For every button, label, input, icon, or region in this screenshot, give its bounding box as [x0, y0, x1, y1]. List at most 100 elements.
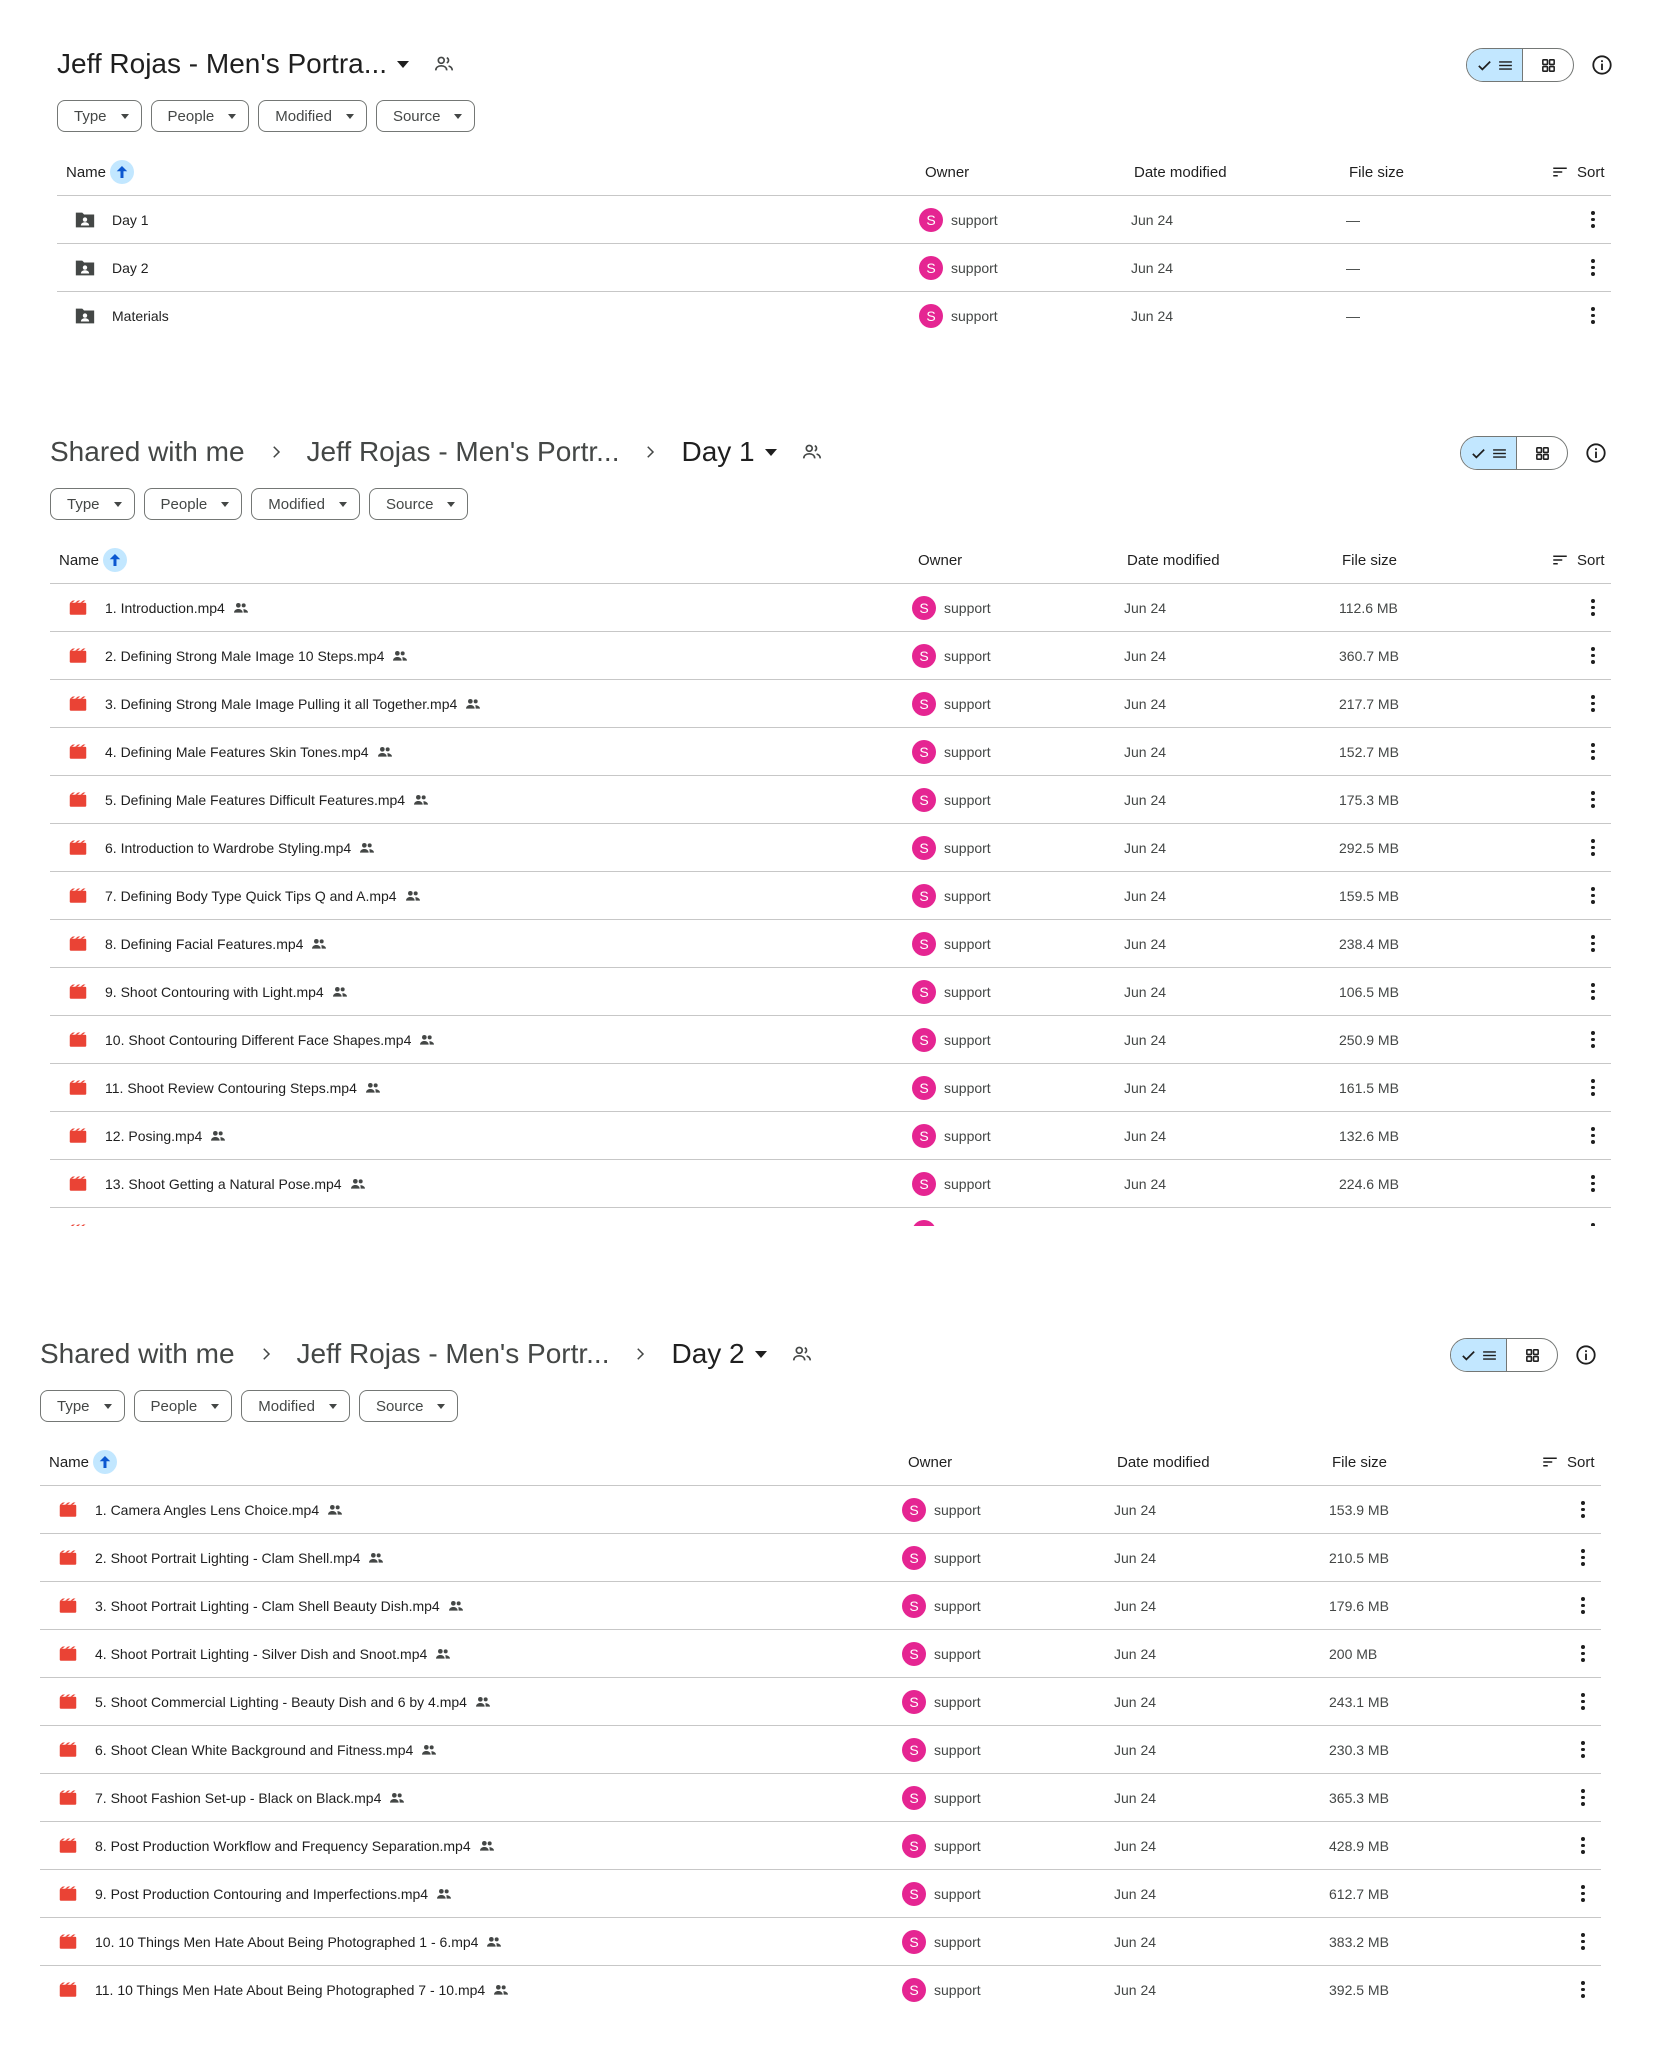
table-row[interactable]: 3. Defining Strong Male Image Pulling it… [50, 680, 1611, 728]
more-actions-button[interactable] [1581, 292, 1605, 336]
view-toggle[interactable] [1450, 1338, 1558, 1372]
more-actions-button[interactable] [1581, 244, 1605, 291]
table-row[interactable]: 9. Shoot Contouring with Light.mp4 Ssuppo… [50, 968, 1611, 1016]
column-owner-header[interactable]: Owner [918, 536, 962, 584]
filter-modified-chip[interactable]: Modified [258, 100, 367, 132]
sort-button[interactable]: Sort [1541, 1438, 1595, 1486]
table-row[interactable]: 7. Shoot Fashion Set-up - Black on Black… [40, 1774, 1601, 1822]
more-actions-button[interactable] [1581, 196, 1605, 243]
filter-people-chip[interactable]: People [133, 1390, 233, 1422]
table-row[interactable]: 10. 10 Things Men Hate About Being Photo… [40, 1918, 1601, 1966]
breadcrumb-item[interactable]: Jeff Rojas - Men's Portr... [307, 436, 620, 468]
filter-modified-chip[interactable]: Modified [251, 488, 360, 520]
more-actions-button[interactable] [1571, 1678, 1595, 1725]
info-button[interactable] [1590, 53, 1614, 77]
more-actions-button[interactable] [1581, 968, 1605, 1015]
breadcrumb-item[interactable]: Jeff Rojas - Men's Portr... [297, 1338, 610, 1370]
more-actions-button[interactable] [1571, 1966, 1595, 2010]
column-size-header[interactable]: File size [1349, 148, 1404, 196]
more-actions-button[interactable] [1581, 1208, 1605, 1226]
folder-menu-caret-icon[interactable] [754, 1350, 767, 1358]
more-actions-button[interactable] [1581, 920, 1605, 967]
breadcrumb-item[interactable]: Shared with me [50, 436, 245, 468]
filter-source-chip[interactable]: Source [358, 1390, 459, 1422]
column-size-header[interactable]: File size [1342, 536, 1397, 584]
view-toggle[interactable] [1466, 48, 1574, 82]
list-view-button[interactable] [1467, 49, 1523, 81]
info-button[interactable] [1584, 441, 1608, 465]
table-row[interactable]: 2. Defining Strong Male Image 10 Steps.m… [50, 632, 1611, 680]
sort-button[interactable]: Sort [1551, 148, 1605, 196]
table-row[interactable]: 12. Posing.mp4 Ssupport Jun 24 132.6 MB [50, 1112, 1611, 1160]
table-row[interactable]: 3. Shoot Portrait Lighting - Clam Shell … [40, 1582, 1601, 1630]
table-row[interactable]: 11. Shoot Review Contouring Steps.mp4 Ssu… [50, 1064, 1611, 1112]
more-actions-button[interactable] [1581, 632, 1605, 679]
folder-menu-caret-icon[interactable] [397, 60, 410, 68]
table-row[interactable]: 14. Shoot Fabian Overlicht.mp4 Ssupport Ju… [50, 1208, 1611, 1226]
current-folder-title[interactable]: Jeff Rojas - Men's Portra... [57, 48, 387, 80]
sort-ascending-icon[interactable] [93, 1450, 118, 1474]
table-row[interactable]: Day 2 Ssupport Jun 24 — [57, 244, 1611, 292]
more-actions-button[interactable] [1571, 1630, 1595, 1677]
filter-modified-chip[interactable]: Modified [241, 1390, 350, 1422]
filter-source-chip[interactable]: Source [375, 100, 476, 132]
filter-type-chip[interactable]: Type [40, 1390, 125, 1422]
table-row[interactable]: 4. Shoot Portrait Lighting - Silver Dish… [40, 1630, 1601, 1678]
info-button[interactable] [1574, 1343, 1598, 1367]
filter-type-chip[interactable]: Type [57, 100, 142, 132]
more-actions-button[interactable] [1581, 776, 1605, 823]
table-row[interactable]: 5. Defining Male Features Difficult Feat… [50, 776, 1611, 824]
sort-ascending-icon[interactable] [110, 160, 135, 184]
more-actions-button[interactable] [1571, 1870, 1595, 1917]
table-row[interactable]: 1. Introduction.mp4 Ssupport Jun 24 112.6 M… [50, 584, 1611, 632]
list-view-button[interactable] [1461, 437, 1517, 469]
more-actions-button[interactable] [1571, 1486, 1595, 1533]
grid-view-button[interactable] [1523, 49, 1573, 81]
column-date-header[interactable]: Date modified [1134, 148, 1227, 196]
table-row[interactable]: 6. Introduction to Wardrobe Styling.mp4 S… [50, 824, 1611, 872]
grid-view-button[interactable] [1507, 1339, 1557, 1371]
more-actions-button[interactable] [1581, 824, 1605, 871]
filter-people-chip[interactable]: People [150, 100, 250, 132]
filter-source-chip[interactable]: Source [368, 488, 469, 520]
table-row[interactable]: 8. Defining Facial Features.mp4 Ssupport J… [50, 920, 1611, 968]
more-actions-button[interactable] [1571, 1726, 1595, 1773]
table-row[interactable]: 4. Defining Male Features Skin Tones.mp4… [50, 728, 1611, 776]
more-actions-button[interactable] [1581, 728, 1605, 775]
more-actions-button[interactable] [1571, 1534, 1595, 1581]
column-name-header[interactable]: Name [49, 1438, 118, 1486]
filter-type-chip[interactable]: Type [50, 488, 135, 520]
column-owner-header[interactable]: Owner [908, 1438, 952, 1486]
more-actions-button[interactable] [1581, 680, 1605, 727]
table-row[interactable]: 1. Camera Angles Lens Choice.mp4 Ssupport… [40, 1486, 1601, 1534]
sort-button[interactable]: Sort [1551, 536, 1605, 584]
current-folder-title[interactable]: Day 1 [681, 436, 754, 468]
table-row[interactable]: 9. Post Production Contouring and Imperf… [40, 1870, 1601, 1918]
more-actions-button[interactable] [1581, 584, 1605, 631]
more-actions-button[interactable] [1581, 872, 1605, 919]
more-actions-button[interactable] [1581, 1064, 1605, 1111]
grid-view-button[interactable] [1517, 437, 1567, 469]
table-row[interactable]: Materials Ssupport Jun 24 — [57, 292, 1611, 336]
column-size-header[interactable]: File size [1332, 1438, 1387, 1486]
table-row[interactable]: 5. Shoot Commercial Lighting - Beauty Di… [40, 1678, 1601, 1726]
table-row[interactable]: Day 1 Ssupport Jun 24 — [57, 196, 1611, 244]
column-date-header[interactable]: Date modified [1127, 536, 1220, 584]
column-owner-header[interactable]: Owner [925, 148, 969, 196]
column-name-header[interactable]: Name [59, 536, 128, 584]
table-row[interactable]: 6. Shoot Clean White Background and Fitn… [40, 1726, 1601, 1774]
list-view-button[interactable] [1451, 1339, 1507, 1371]
column-date-header[interactable]: Date modified [1117, 1438, 1210, 1486]
table-row[interactable]: 11. 10 Things Men Hate About Being Photo… [40, 1966, 1601, 2010]
view-toggle[interactable] [1460, 436, 1568, 470]
more-actions-button[interactable] [1571, 1822, 1595, 1869]
more-actions-button[interactable] [1581, 1016, 1605, 1063]
sort-ascending-icon[interactable] [103, 548, 128, 572]
table-row[interactable]: 2. Shoot Portrait Lighting - Clam Shell.… [40, 1534, 1601, 1582]
more-actions-button[interactable] [1571, 1774, 1595, 1821]
more-actions-button[interactable] [1581, 1160, 1605, 1207]
table-row[interactable]: 8. Post Production Workflow and Frequenc… [40, 1822, 1601, 1870]
folder-menu-caret-icon[interactable] [764, 448, 777, 456]
filter-people-chip[interactable]: People [143, 488, 243, 520]
more-actions-button[interactable] [1571, 1918, 1595, 1965]
